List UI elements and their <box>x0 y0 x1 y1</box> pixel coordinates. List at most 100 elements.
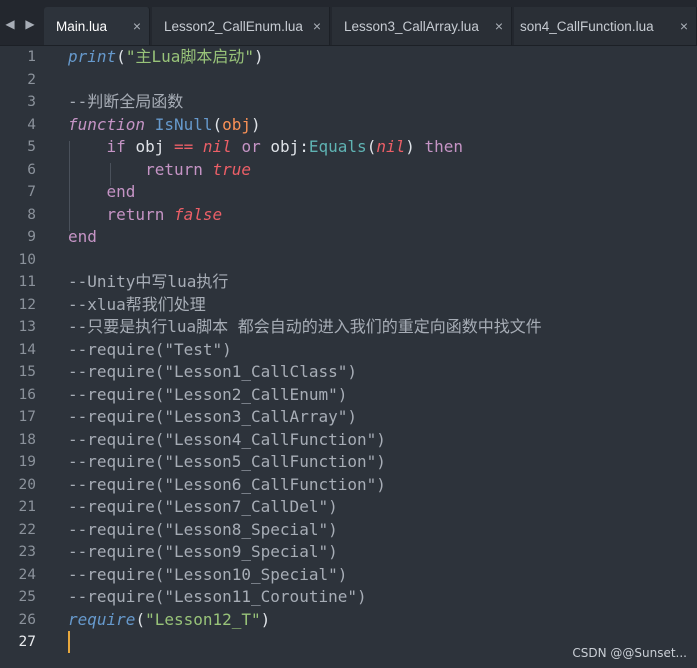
code-line-25: --require("Lesson11_Coroutine") <box>68 587 367 606</box>
code-line-13: --只要是执行lua脚本 都会自动的进入我们的重定向函数中找文件 <box>68 317 542 336</box>
token-keyword: end <box>68 227 97 246</box>
close-icon[interactable]: × <box>672 18 696 34</box>
token-paren: ( <box>135 609 146 629</box>
code-line-4: function IsNull(obj) <box>68 114 697 137</box>
code-line-14: --require("Test") <box>68 339 232 359</box>
token-paren: ( <box>116 47 126 66</box>
code-line-21: --require("Lesson7_CallDel") <box>68 497 338 516</box>
line-number: 12 <box>18 296 36 313</box>
code-line-23: --require("Lesson9_Special") <box>68 542 338 561</box>
token-colon: : <box>299 137 309 156</box>
line-number: 9 <box>27 229 36 245</box>
tab-forward-icon[interactable]: ▶ <box>20 10 40 38</box>
token-operator: == <box>173 137 194 156</box>
code-line-1: print("主Lua脚本启动") <box>68 46 697 69</box>
tab-lesson3-callarray[interactable]: Lesson3_CallArray.lua × <box>332 7 512 45</box>
tab-lesson2-callenum[interactable]: Lesson2_CallEnum.lua × <box>152 7 330 45</box>
line-number: 21 <box>18 499 36 515</box>
tab-main-lua[interactable]: Main.lua × <box>44 7 150 45</box>
token-keyword: or <box>241 137 261 156</box>
code-line-26: require("Lesson12_T") <box>68 609 697 632</box>
tab-strip: Main.lua × Lesson2_CallEnum.lua × Lesson… <box>44 7 697 45</box>
code-line-20: --require("Lesson6_CallFunction") <box>68 474 386 494</box>
code-line-11: --Unity中写lua执行 <box>68 272 229 291</box>
token-paren: ) <box>253 47 264 66</box>
code-editor-window: ◀ ▶ Main.lua × Lesson2_CallEnum.lua × Le… <box>0 0 697 668</box>
code-line-16: --require("Lesson2_CallEnum") <box>68 384 348 404</box>
token-paren: ) <box>260 609 271 629</box>
line-number: 15 <box>18 364 36 380</box>
line-number: 18 <box>18 431 36 448</box>
line-number: 1 <box>27 49 36 65</box>
tab-label: son4_CallFunction.lua <box>520 18 654 34</box>
code-line-19: --require("Lesson5_CallFunction") <box>68 452 386 471</box>
editor-area[interactable]: 1 2 3 4 5 6 7 8 9 10 11 12 13 14 15 16 17 18 19 20 21 22 23 24 2… <box>0 46 697 668</box>
code-line-22: --require("Lesson8_Special") <box>68 519 338 539</box>
line-number: 19 <box>18 454 36 470</box>
line-number: 10 <box>18 251 36 268</box>
tab-back-icon[interactable]: ◀ <box>0 10 20 38</box>
line-number: 14 <box>18 341 36 358</box>
line-number: 17 <box>18 409 36 425</box>
token-keyword: return <box>145 159 203 179</box>
token-paren: ( <box>366 137 377 156</box>
tab-lesson4-callfunction[interactable]: son4_CallFunction.lua × <box>514 7 697 45</box>
token-nil: nil <box>202 137 232 156</box>
tab-label: Lesson2_CallEnum.lua <box>164 18 303 34</box>
token-paren: ( <box>212 114 223 134</box>
code-line-6: return true <box>68 159 697 182</box>
code-line-8: return false <box>68 204 697 227</box>
token-nil: nil <box>376 137 406 156</box>
close-icon[interactable]: × <box>305 18 329 34</box>
token-function-call: require <box>68 609 136 629</box>
token-string: "Lesson12_T" <box>145 609 261 629</box>
token-function-call: print <box>68 47 117 66</box>
token-string: "主Lua脚本启动" <box>125 47 254 66</box>
line-number: 22 <box>18 521 36 538</box>
code-line-5: if obj == nil or obj:Equals(nil) then <box>68 136 697 159</box>
token-boolean: false <box>173 204 223 224</box>
code-content[interactable]: print("主Lua脚本启动") --判断全局函数 function IsNu… <box>68 46 697 654</box>
line-number: 16 <box>18 386 36 403</box>
text-caret <box>68 631 70 653</box>
line-number-gutter: 1 2 3 4 5 6 7 8 9 10 11 12 13 14 15 16 17 18 19 20 21 22 23 24 2… <box>0 46 44 654</box>
line-number: 24 <box>18 566 36 583</box>
tab-label: Lesson3_CallArray.lua <box>344 18 479 34</box>
line-number: 4 <box>27 116 36 133</box>
token-paren: ) <box>405 137 415 156</box>
code-line-18: --require("Lesson4_CallFunction") <box>68 429 386 449</box>
token-parameter: obj <box>222 114 252 134</box>
line-number: 20 <box>18 476 36 493</box>
line-number: 2 <box>27 71 36 88</box>
code-line-17: --require("Lesson3_CallArray") <box>68 407 357 426</box>
line-number: 27 <box>18 634 36 650</box>
close-icon[interactable]: × <box>125 18 149 34</box>
close-icon[interactable]: × <box>487 18 511 34</box>
code-line-9: end <box>68 226 697 249</box>
line-number: 7 <box>27 184 36 200</box>
line-number: 23 <box>18 544 36 560</box>
token-paren: ) <box>251 114 261 134</box>
token-keyword: return <box>106 204 165 224</box>
code-line-24: --require("Lesson10_Special") <box>68 564 348 584</box>
line-number: 26 <box>18 611 36 628</box>
line-number: 6 <box>27 161 36 178</box>
token-variable: obj <box>270 137 300 156</box>
token-boolean: true <box>212 159 252 179</box>
code-line-3: --判断全局函数 <box>68 92 184 111</box>
line-number: 11 <box>18 274 36 290</box>
line-number: 3 <box>27 94 36 110</box>
line-number: 5 <box>27 139 36 155</box>
token-keyword: function <box>68 114 146 134</box>
code-line-15: --require("Lesson1_CallClass") <box>68 362 357 381</box>
tab-label: Main.lua <box>56 18 108 34</box>
code-line-7: end <box>68 181 697 204</box>
line-number: 13 <box>18 319 36 335</box>
tab-navigation: ◀ ▶ <box>0 10 44 38</box>
token-function-name: IsNull <box>154 114 213 134</box>
tab-bar: ◀ ▶ Main.lua × Lesson2_CallEnum.lua × Le… <box>0 0 697 46</box>
token-keyword: end <box>106 182 136 201</box>
line-number: 25 <box>18 589 36 605</box>
